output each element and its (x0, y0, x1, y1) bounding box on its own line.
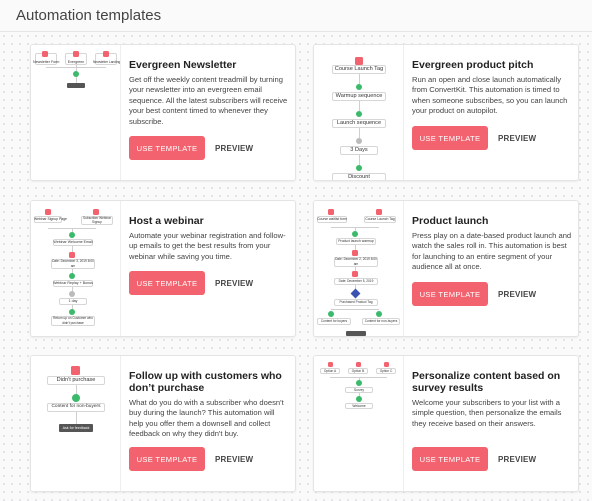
tag-node-icon (376, 209, 382, 215)
delay-icon (69, 291, 75, 297)
diagram-label: Content for non-buyers (364, 319, 398, 323)
preview-link[interactable]: PREVIEW (498, 134, 536, 143)
diagram-label: Option A (323, 369, 337, 373)
sequence-icon (376, 311, 382, 317)
template-description: Run an open and close launch automatical… (412, 75, 568, 116)
preview-link[interactable]: PREVIEW (215, 279, 253, 288)
event-icon (352, 250, 358, 256)
template-card-personalize-content: Option A Option B Option C Survey Welcom… (313, 355, 579, 492)
diagram-label: Webinar Welcome Email (53, 240, 93, 244)
template-card-follow-up-customers: Didn't purchase Content for non-buyers A… (30, 355, 296, 492)
use-template-button[interactable]: USE TEMPLATE (129, 136, 205, 160)
diagram-label: Course Launch Tag (365, 217, 395, 221)
sequence-icon (356, 165, 362, 171)
template-description: Press play on a date-based product launc… (412, 231, 572, 272)
form-node-icon (103, 51, 109, 57)
diagram-label: Welcome (352, 404, 366, 408)
diagram-label: Discount (348, 174, 370, 180)
diagram-label: Product launch warmup (338, 239, 374, 243)
template-description: Welcome your subscribers to your list wi… (412, 398, 562, 428)
diagram-label: 3 Days (350, 147, 368, 153)
sequence-icon (356, 396, 362, 402)
page-header: Automation templates (0, 0, 592, 32)
sequence-icon (352, 231, 358, 237)
template-description: Get off the weekly content treadmill by … (129, 75, 288, 126)
condition-icon (350, 288, 361, 299)
diagram-label: Return up on Customer who didn't purchas… (53, 316, 93, 325)
preview-link[interactable]: PREVIEW (215, 144, 253, 153)
end-node (346, 331, 366, 336)
automation-diagram-preview[interactable]: Webinar Signup Page Subscriber Webinar S… (31, 201, 121, 336)
sequence-icon (69, 309, 75, 315)
preview-link[interactable]: PREVIEW (215, 455, 253, 464)
page-title: Automation templates (16, 7, 162, 24)
template-title: Evergreen Newsletter (129, 59, 237, 71)
template-card-evergreen-product-pitch: Course Launch Tag Warmup sequence Launch… (313, 44, 579, 181)
end-node (67, 83, 85, 88)
sequence-icon (328, 311, 334, 317)
template-card-host-a-webinar: Webinar Signup Page Subscriber Webinar S… (30, 200, 296, 337)
sequence-icon (356, 380, 362, 386)
form-node-icon (73, 51, 79, 57)
diagram-label: Warmup sequence (335, 93, 383, 99)
form-node-icon (45, 209, 51, 215)
diagram-label: Purchased Product Tag (339, 300, 373, 304)
sequence-icon (72, 394, 80, 402)
diagram-label: Date: December 5, 2019 (338, 279, 374, 283)
tag-node-icon (71, 366, 80, 375)
diagram-label: Option B (351, 369, 365, 373)
sequence-icon (69, 232, 75, 238)
sequence-icon (69, 273, 75, 279)
diagram-label: Newsletter Form (33, 60, 60, 64)
template-title: Personalize content based on survey resu… (412, 370, 561, 394)
diagram-label: Launch sequence (336, 120, 382, 126)
diagram-label: Ask for feedback (62, 426, 90, 430)
automation-diagram-preview[interactable]: Didn't purchase Content for non-buyers A… (31, 356, 121, 491)
event-icon (352, 271, 358, 277)
diagram-label: Webinar Replay + Bonus (53, 281, 93, 285)
diagram-label: Content for buyers (320, 319, 348, 323)
diagram-label: Course Launch Tag (334, 66, 384, 72)
form-node-icon (42, 51, 48, 57)
template-title: Product launch (412, 215, 489, 227)
form-node-icon (356, 362, 361, 367)
form-node-icon (93, 209, 99, 215)
template-title: Host a webinar (129, 215, 204, 227)
template-title: Evergreen product pitch (412, 59, 534, 71)
automation-diagram-preview[interactable]: Course Launch Tag Warmup sequence Launch… (314, 45, 404, 180)
automation-diagram-preview[interactable]: Newsletter Form Evergreen Newsletter Lan… (31, 45, 121, 180)
template-title: Follow up with customers who don’t purch… (129, 370, 282, 394)
diagram-label: Newsletter Landing Page (93, 60, 121, 64)
preview-link[interactable]: PREVIEW (498, 290, 536, 299)
diagram-label: Didn't purchase (56, 377, 96, 383)
sequence-icon (356, 84, 362, 90)
tag-node-icon (355, 57, 363, 65)
use-template-button[interactable]: USE TEMPLATE (129, 447, 205, 471)
automation-diagram-preview[interactable]: Course waitlist form Course Launch Tag P… (314, 201, 404, 336)
form-node-icon (328, 209, 334, 215)
form-node-icon (328, 362, 333, 367)
form-node-icon (384, 362, 389, 367)
preview-link[interactable]: PREVIEW (498, 455, 536, 464)
use-template-button[interactable]: USE TEMPLATE (129, 271, 205, 295)
template-card-evergreen-newsletter: Newsletter Form Evergreen Newsletter Lan… (30, 44, 296, 181)
sequence-icon (356, 111, 362, 117)
delay-icon (356, 138, 362, 144)
diagram-label: Subscriber Webinar Signup (83, 216, 111, 224)
template-description: Automate your webinar registration and f… (129, 231, 286, 261)
diagram-label: 1 day (68, 299, 78, 303)
use-template-button[interactable]: USE TEMPLATE (412, 126, 488, 150)
diagram-label: Option C (379, 369, 393, 373)
diagram-label: Webinar Signup Page (34, 217, 67, 221)
diagram-label: Date: December 2, 2019 8:00 am (335, 257, 377, 266)
use-template-button[interactable]: USE TEMPLATE (412, 282, 488, 306)
diagram-label: Content for non-buyers (51, 404, 101, 409)
automation-diagram-preview[interactable]: Option A Option B Option C Survey Welcom… (314, 356, 404, 491)
template-card-product-launch: Course waitlist form Course Launch Tag P… (313, 200, 579, 337)
event-icon (69, 252, 75, 258)
diagram-label: Date: December 3, 2019 8:00 am (52, 259, 94, 268)
use-template-button[interactable]: USE TEMPLATE (412, 447, 488, 471)
template-description: What do you do with a subscriber who doe… (129, 398, 284, 439)
diagram-label: Course waitlist form (317, 217, 347, 221)
